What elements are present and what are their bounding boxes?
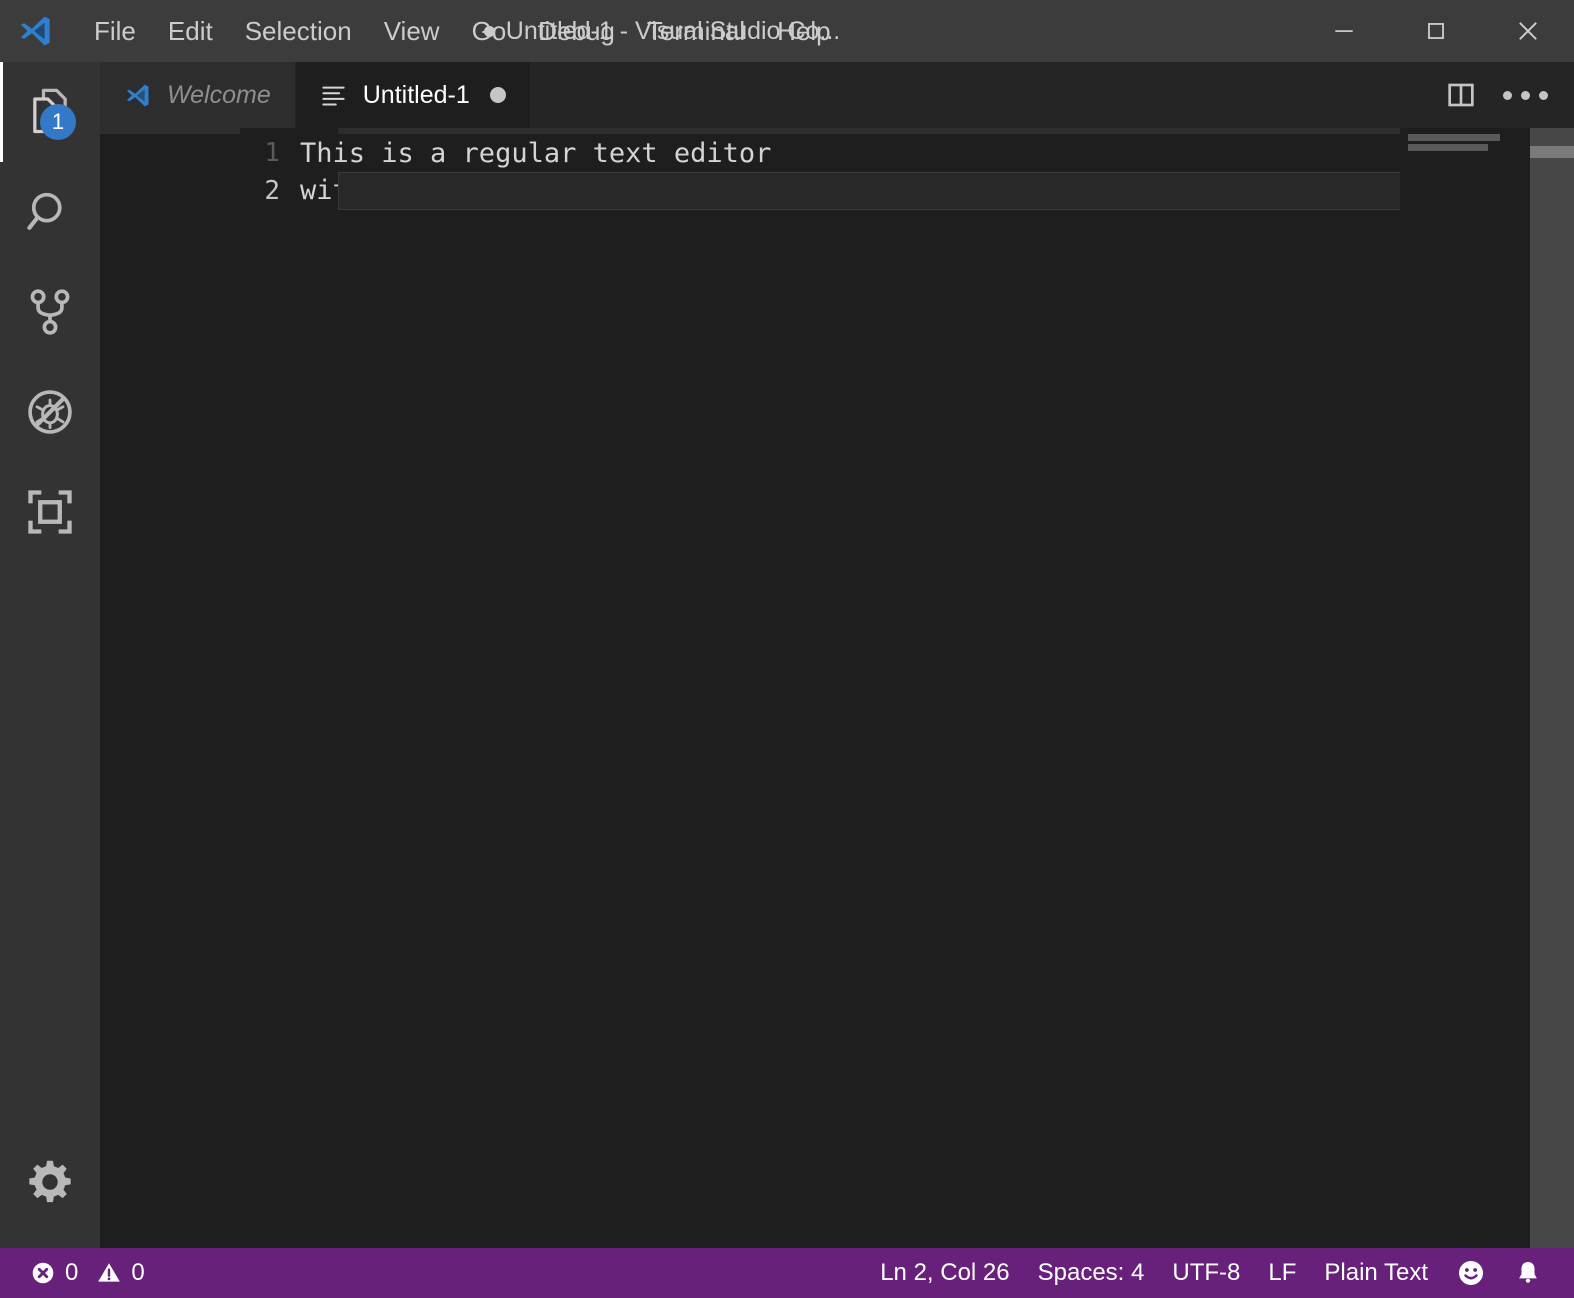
menu-bar: File Edit Selection View Go Debug Termin… bbox=[78, 0, 847, 62]
maximize-button[interactable] bbox=[1390, 0, 1482, 62]
tab-untitled-1[interactable]: Untitled-1 bbox=[295, 62, 531, 128]
close-button[interactable] bbox=[1482, 0, 1574, 62]
status-eol[interactable]: LF bbox=[1254, 1248, 1310, 1298]
menu-help[interactable]: Help bbox=[761, 0, 846, 62]
menu-debug[interactable]: Debug bbox=[522, 0, 631, 62]
status-encoding[interactable]: UTF-8 bbox=[1158, 1248, 1254, 1298]
status-bar-left: 0 0 bbox=[0, 1248, 159, 1298]
tab-label: Untitled-1 bbox=[362, 80, 470, 109]
code-editor[interactable]: 1 This is a regular text editor 2 with s… bbox=[100, 128, 1503, 1248]
title-bar: File Edit Selection View Go Debug Termin… bbox=[0, 0, 1574, 62]
editor-main: 1 This is a regular text editor 2 with s… bbox=[100, 128, 1574, 1248]
status-notifications[interactable] bbox=[1500, 1248, 1556, 1298]
text-cursor bbox=[706, 173, 709, 206]
status-bar: 0 0 Ln 2, Col 26 Spaces: 4 UTF-8 LF Plai… bbox=[0, 1248, 1574, 1298]
vscode-window: File Edit Selection View Go Debug Termin… bbox=[0, 0, 1574, 1298]
menu-selection[interactable]: Selection bbox=[229, 0, 368, 62]
minimap-line bbox=[1408, 134, 1500, 141]
debug-alt-icon bbox=[28, 390, 72, 434]
split-editor-icon[interactable] bbox=[1434, 68, 1488, 122]
gear-icon bbox=[29, 1160, 71, 1203]
list-icon bbox=[320, 82, 347, 109]
vscode-logo-icon bbox=[0, 0, 56, 62]
tab-dirty-indicator-icon[interactable] bbox=[489, 87, 506, 103]
extensions-icon bbox=[28, 490, 72, 534]
status-feedback[interactable] bbox=[1442, 1248, 1500, 1298]
editor-tabs-bar: Welcome Untitled-1 bbox=[100, 62, 1574, 128]
menu-view[interactable]: View bbox=[368, 0, 456, 62]
activitybar-item-manage[interactable] bbox=[0, 1132, 100, 1232]
activity-bar: 1 bbox=[0, 62, 100, 1248]
line-number: 1 bbox=[264, 138, 280, 168]
activitybar-item-source-control[interactable] bbox=[0, 262, 100, 362]
source-control-icon bbox=[30, 289, 70, 335]
minimap[interactable] bbox=[1400, 128, 1530, 1248]
editor-scrollbar[interactable] bbox=[1530, 128, 1574, 1248]
status-bar-right: Ln 2, Col 26 Spaces: 4 UTF-8 LF Plain Te… bbox=[866, 1248, 1574, 1298]
code-line[interactable]: 1 This is a regular text editor bbox=[100, 134, 1400, 172]
error-count: 0 bbox=[65, 1259, 79, 1286]
warning-icon bbox=[98, 1263, 121, 1282]
minimap-line bbox=[1408, 144, 1488, 151]
minimize-button[interactable] bbox=[1298, 0, 1390, 62]
status-cursor-position[interactable]: Ln 2, Col 26 bbox=[866, 1248, 1023, 1298]
tab-welcome[interactable]: Welcome bbox=[100, 62, 296, 128]
status-indentation[interactable]: Spaces: 4 bbox=[1024, 1248, 1159, 1298]
code-line[interactable]: 2 with some extra features. bbox=[100, 172, 1400, 210]
warning-count: 0 bbox=[131, 1259, 145, 1286]
menu-edit[interactable]: Edit bbox=[152, 0, 229, 62]
vscode-logo-icon bbox=[124, 81, 151, 110]
menu-go[interactable]: Go bbox=[456, 0, 523, 62]
menu-file[interactable]: File bbox=[78, 0, 152, 62]
explorer-badge: 1 bbox=[40, 104, 76, 140]
activitybar-item-run-and-debug[interactable] bbox=[0, 362, 100, 462]
status-language-mode[interactable]: Plain Text bbox=[1310, 1248, 1442, 1298]
tab-label: Welcome bbox=[167, 80, 271, 109]
editor-area: Welcome Untitled-1 1 This is a regular t… bbox=[100, 62, 1574, 1248]
status-problems[interactable]: 0 0 bbox=[16, 1248, 159, 1298]
bell-icon bbox=[1519, 1262, 1537, 1283]
error-icon bbox=[32, 1262, 54, 1284]
window-controls bbox=[1298, 0, 1574, 62]
search-icon bbox=[27, 192, 62, 230]
code-lines: 1 This is a regular text editor 2 with s… bbox=[100, 128, 1503, 210]
activitybar-item-extensions[interactable] bbox=[0, 462, 100, 562]
activitybar-item-search[interactable] bbox=[0, 162, 100, 262]
minimap-lines bbox=[1400, 128, 1530, 151]
scrollbar-thumb[interactable] bbox=[1530, 146, 1574, 158]
editor-actions bbox=[1434, 62, 1574, 128]
activitybar-item-explorer[interactable]: 1 bbox=[0, 62, 100, 162]
line-text: with some extra features. bbox=[300, 173, 709, 206]
more-actions-icon[interactable] bbox=[1498, 68, 1552, 122]
workbench-body: 1 Welcome Untitled-1 1 This is a regular… bbox=[0, 62, 1574, 1248]
smiley-icon bbox=[1459, 1261, 1483, 1285]
line-number: 2 bbox=[264, 176, 280, 206]
line-text: This is a regular text editor bbox=[300, 137, 772, 169]
ellipsis-icon bbox=[1502, 90, 1548, 100]
menu-terminal[interactable]: Terminal bbox=[631, 0, 761, 62]
